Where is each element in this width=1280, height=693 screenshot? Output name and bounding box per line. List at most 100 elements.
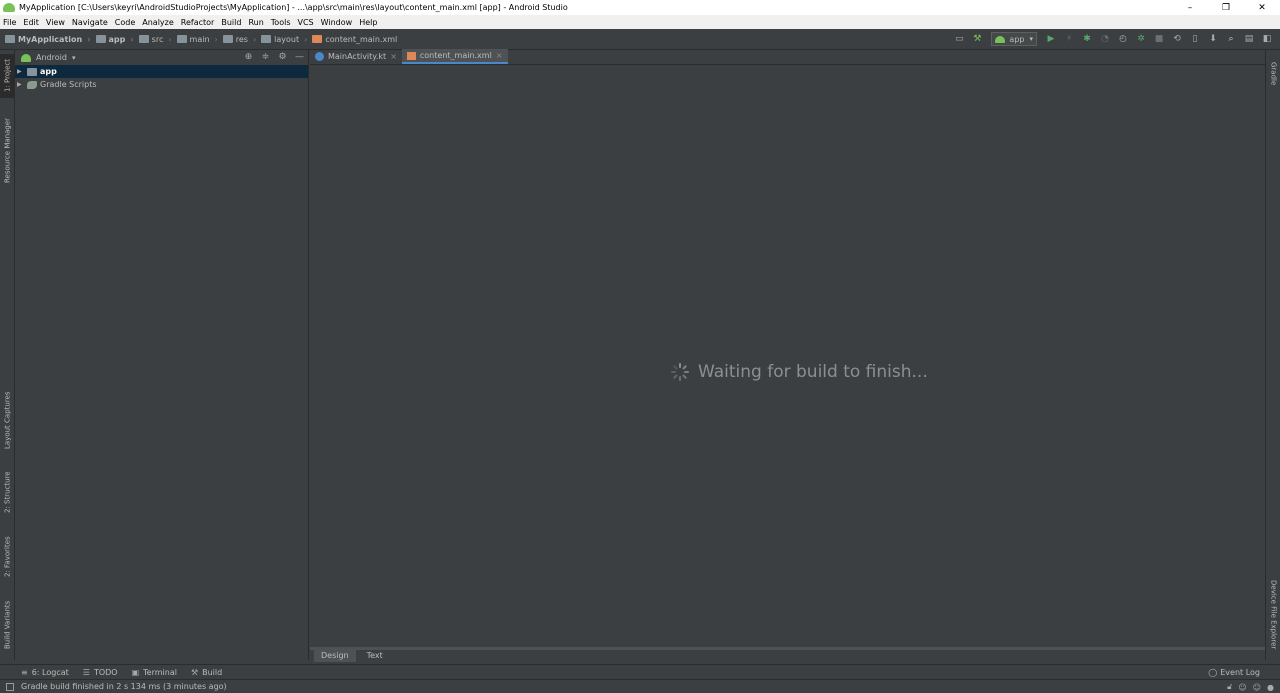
debug-icon[interactable]: ✱ <box>1082 34 1092 44</box>
terminal-icon: ▣ <box>131 667 140 677</box>
breadcrumb-label: app <box>108 34 126 44</box>
tab-content-main[interactable]: content_main.xml × <box>401 49 508 64</box>
smiley-icon[interactable]: ☺ <box>1253 683 1261 692</box>
stop-icon[interactable]: ■ <box>1154 34 1164 44</box>
expand-arrow-icon[interactable]: ▶ <box>17 68 27 75</box>
tool-tab-structure[interactable]: 2: Structure <box>0 465 15 519</box>
avd-manager-icon[interactable]: ▯ <box>1190 34 1200 44</box>
sync-gradle-icon[interactable]: ⟲ <box>1172 34 1182 44</box>
tab-mainactivity[interactable]: MainActivity.kt × <box>310 49 402 64</box>
run-icon[interactable]: ▶ <box>1046 34 1056 44</box>
project-structure-icon[interactable]: ▤ <box>1244 34 1254 44</box>
layout-editor-icon[interactable]: ▭ <box>954 34 964 44</box>
breadcrumb-app[interactable]: app › <box>95 34 139 44</box>
search-icon[interactable]: ⌕ <box>1226 34 1236 44</box>
expand-arrow-icon[interactable]: ▶ <box>17 81 27 88</box>
todo-icon: ☰ <box>82 667 90 677</box>
folder-icon <box>138 35 149 43</box>
breadcrumb-label: layout <box>274 34 300 44</box>
breadcrumb-layout[interactable]: layout › <box>261 35 312 44</box>
folder-icon <box>261 35 272 43</box>
menu-refactor[interactable]: Refactor <box>181 18 215 27</box>
tab-design[interactable]: Design <box>314 648 356 662</box>
coverage-icon[interactable]: ◔ <box>1100 34 1110 44</box>
profile-icon[interactable]: ◴ <box>1118 34 1128 44</box>
layout-editor-canvas: Waiting for build to finish... <box>310 66 1265 646</box>
tool-event-log[interactable]: ◯ Event Log <box>1208 665 1260 680</box>
waiting-message: Waiting for build to finish... <box>698 362 928 382</box>
tool-label: Event Log <box>1220 668 1260 677</box>
chevron-down-icon: ▾ <box>1029 35 1033 43</box>
build-hammer-icon[interactable]: ⚒ <box>972 34 982 44</box>
menu-code[interactable]: Code <box>115 18 135 27</box>
menu-navigate[interactable]: Navigate <box>72 18 108 27</box>
menu-vcs[interactable]: VCS <box>298 18 314 27</box>
tool-tab-device-file-explorer[interactable]: Device File Explorer <box>1266 575 1280 655</box>
breadcrumb-res[interactable]: res › <box>222 34 261 44</box>
folder-icon <box>176 35 187 43</box>
status-message[interactable]: Gradle build finished in 2 s 134 ms (3 m… <box>21 682 227 691</box>
resource-folder-icon <box>222 35 233 43</box>
restore-button[interactable]: ❐ <box>1208 0 1244 15</box>
menu-file[interactable]: File <box>3 18 16 27</box>
chevron-down-icon[interactable]: ▾ <box>72 54 76 62</box>
tool-tab-resource-manager[interactable]: Resource Manager <box>0 110 15 190</box>
menu-build[interactable]: Build <box>221 18 241 27</box>
menu-run[interactable]: Run <box>248 18 263 27</box>
breadcrumb-label: main <box>189 34 210 44</box>
lock-icon[interactable]: 🔓︎ <box>1227 682 1232 692</box>
minimize-button[interactable]: – <box>1172 0 1208 15</box>
breadcrumb-file[interactable]: content_main.xml <box>312 35 397 44</box>
right-tool-window-stripe: Gradle Device File Explorer <box>1265 50 1280 660</box>
breadcrumb-src[interactable]: src › <box>138 34 177 44</box>
close-icon[interactable]: × <box>496 51 503 60</box>
gear-icon[interactable]: ⚙ <box>278 53 287 62</box>
apply-changes-icon[interactable]: ⚡ <box>1064 34 1074 44</box>
close-icon[interactable]: × <box>390 52 397 61</box>
chevron-right-icon: › <box>168 34 172 44</box>
tool-terminal[interactable]: ▣ Terminal <box>132 668 177 677</box>
tool-todo[interactable]: ☰ TODO <box>83 668 118 677</box>
hector-icon[interactable]: ☺ <box>1238 683 1246 692</box>
event-log-icon: ◯ <box>1208 668 1218 677</box>
tool-logcat[interactable]: ≡ 6: Logcat <box>21 668 69 677</box>
menu-tools[interactable]: Tools <box>271 18 291 27</box>
attach-debugger-icon[interactable]: ✲ <box>1136 34 1146 44</box>
breadcrumb-project[interactable]: MyApplication › <box>5 35 96 44</box>
project-panel-header: Android ▾ ⊕ ≑ ⚙ — <box>15 50 308 65</box>
tool-tab-build-variants[interactable]: Build Variants <box>0 595 15 655</box>
toggle-panel-icon[interactable]: ◧ <box>1262 34 1272 44</box>
run-config-label: app <box>1009 34 1025 44</box>
hide-panel-icon[interactable]: — <box>295 53 304 62</box>
menu-help[interactable]: Help <box>359 18 377 27</box>
tool-build[interactable]: ⚒ Build <box>191 668 222 677</box>
tool-tab-gradle[interactable]: Gradle <box>1266 56 1280 92</box>
run-configuration-select[interactable]: app ▾ <box>991 32 1037 46</box>
sdk-manager-icon[interactable]: ⬇ <box>1208 34 1218 44</box>
project-tool-window: Android ▾ ⊕ ≑ ⚙ — ▶ app ▶ Gradle Scripts <box>15 50 309 660</box>
breadcrumb-main[interactable]: main › <box>176 34 223 44</box>
collapse-all-icon[interactable]: ≑ <box>261 53 270 62</box>
tool-tab-favorites[interactable]: 2: Favorites <box>0 530 15 584</box>
menu-edit[interactable]: Edit <box>23 18 39 27</box>
android-studio-icon <box>3 3 15 12</box>
notifications-icon[interactable]: ● <box>1267 683 1274 692</box>
project-view-select[interactable]: Android <box>36 53 67 62</box>
close-button[interactable]: ✕ <box>1244 0 1280 15</box>
tree-item-gradle-scripts[interactable]: ▶ Gradle Scripts <box>15 78 308 91</box>
menu-view[interactable]: View <box>46 18 65 27</box>
tree-item-app[interactable]: ▶ app <box>15 65 308 78</box>
chevron-right-icon: › <box>214 34 218 44</box>
xml-file-icon <box>312 35 323 43</box>
menu-bar: File Edit View Navigate Code Analyze Ref… <box>0 15 1280 29</box>
chevron-right-icon: › <box>304 34 308 44</box>
chevron-right-icon: › <box>252 34 257 44</box>
toggle-tool-windows-icon[interactable] <box>6 682 14 691</box>
menu-window[interactable]: Window <box>321 18 353 27</box>
tool-tab-layout-captures[interactable]: Layout Captures <box>0 385 15 455</box>
locate-file-icon[interactable]: ⊕ <box>244 53 253 62</box>
tree-item-label: Gradle Scripts <box>40 80 97 89</box>
tab-text[interactable]: Text <box>360 649 390 662</box>
tool-tab-project[interactable]: 1: Project <box>0 54 15 98</box>
menu-analyze[interactable]: Analyze <box>142 18 174 27</box>
